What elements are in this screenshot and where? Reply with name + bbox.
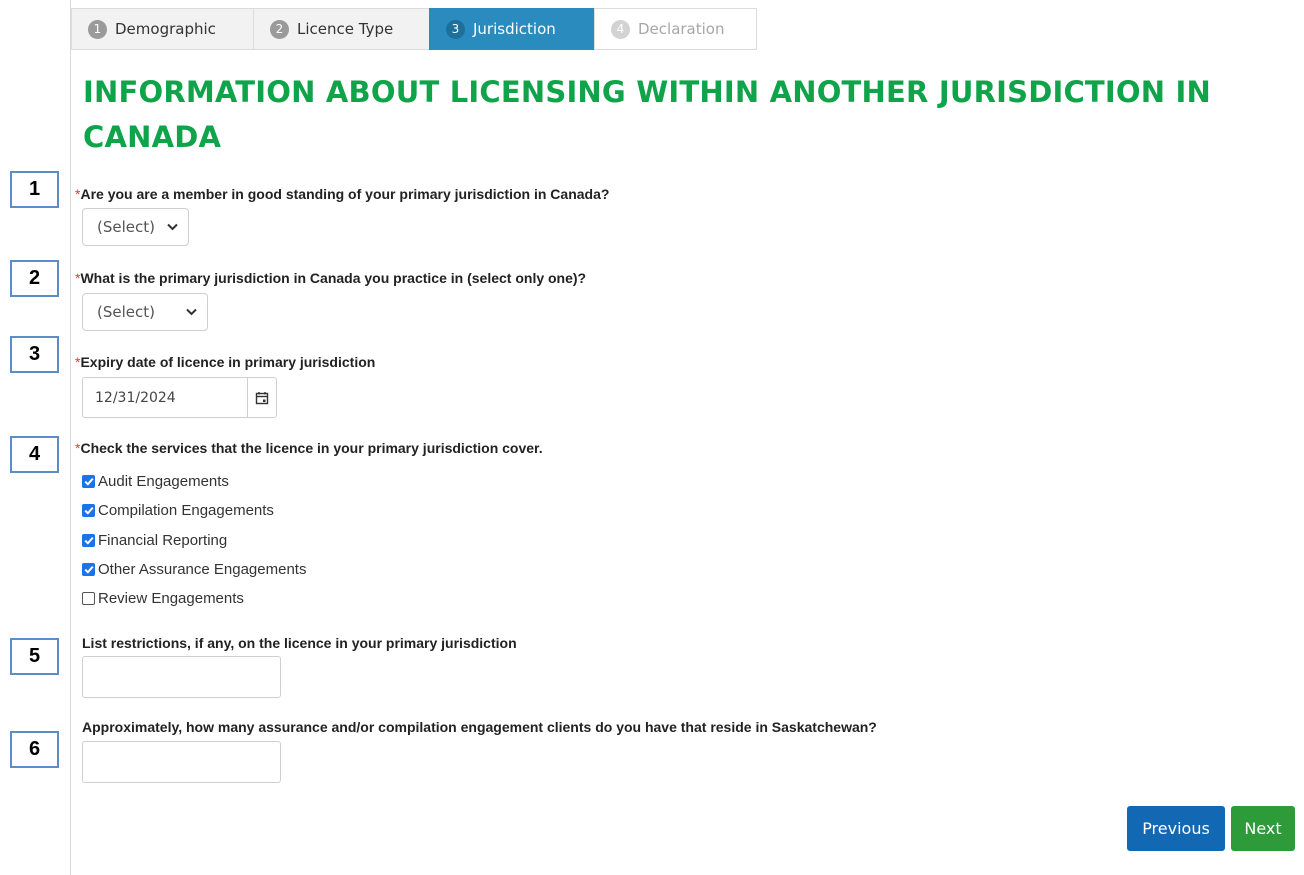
checkbox-label: Financial Reporting	[98, 532, 228, 549]
primary-jurisdiction-select[interactable]: (Select)	[82, 293, 208, 331]
tab-demographic[interactable]: 1 Demographic	[71, 8, 253, 50]
checkbox-financial-reporting[interactable]: Financial Reporting	[82, 532, 227, 549]
good-standing-select[interactable]: (Select)	[82, 208, 189, 246]
next-button[interactable]: Next	[1231, 806, 1295, 851]
annotation-number-3: 3	[10, 336, 59, 373]
tab-label: Licence Type	[297, 20, 394, 38]
question-text: Check the services that the licence in y…	[80, 440, 543, 456]
tab-jurisdiction[interactable]: 3 Jurisdiction	[429, 8, 594, 50]
question-3-label: *Expiry date of licence in primary juris…	[75, 354, 375, 370]
select-value: (Select)	[97, 218, 155, 236]
checkbox-label: Other Assurance Engagements	[98, 561, 307, 578]
expiry-date-field[interactable]: 12/31/2024	[82, 377, 277, 418]
question-text: Are you are a member in good standing of…	[80, 186, 610, 202]
annotation-number-5: 5	[10, 638, 59, 675]
annotation-number-2: 2	[10, 260, 59, 297]
annotation-number-6: 6	[10, 731, 59, 768]
tab-declaration: 4 Declaration	[594, 8, 757, 50]
saskatchewan-clients-input[interactable]	[82, 741, 281, 783]
calendar-icon[interactable]	[247, 378, 276, 417]
question-5-label: List restrictions, if any, on the licenc…	[82, 635, 517, 651]
tab-licence-type[interactable]: 2 Licence Type	[253, 8, 429, 50]
previous-button[interactable]: Previous	[1127, 806, 1225, 851]
annotation-number-1: 1	[10, 171, 59, 208]
page-title: INFORMATION ABOUT LICENSING WITHIN ANOTH…	[83, 75, 1211, 154]
question-1-label: *Are you are a member in good standing o…	[75, 186, 609, 202]
step-number-badge: 1	[88, 19, 107, 39]
checkbox-compilation-engagements[interactable]: Compilation Engagements	[82, 502, 274, 519]
question-2-label: *What is the primary jurisdiction in Can…	[75, 270, 586, 286]
annotation-number-4: 4	[10, 436, 59, 473]
question-6-label: Approximately, how many assurance and/or…	[82, 719, 877, 735]
chevron-down-icon	[167, 220, 178, 234]
question-4-label: *Check the services that the licence in …	[75, 440, 543, 456]
tab-label: Declaration	[638, 20, 725, 38]
checkbox-review-engagements[interactable]: Review Engagements	[82, 590, 244, 607]
tab-label: Jurisdiction	[473, 20, 556, 38]
step-number-badge: 4	[611, 19, 630, 39]
restrictions-input[interactable]	[82, 656, 281, 698]
checkbox-checked-icon[interactable]	[82, 504, 95, 517]
checkbox-other-assurance-engagements[interactable]: Other Assurance Engagements	[82, 561, 306, 578]
checkbox-label: Review Engagements	[98, 590, 244, 607]
checkbox-checked-icon[interactable]	[82, 475, 95, 488]
chevron-down-icon	[186, 305, 197, 319]
tab-label: Demographic	[115, 20, 216, 38]
step-number-badge: 2	[270, 19, 289, 39]
checkbox-unchecked-icon[interactable]	[82, 592, 95, 605]
step-number-badge: 3	[446, 19, 465, 39]
content-left-border	[70, 0, 71, 875]
select-value: (Select)	[97, 303, 155, 321]
checkbox-label: Audit Engagements	[98, 473, 229, 490]
checkbox-audit-engagements[interactable]: Audit Engagements	[82, 473, 229, 490]
question-text: What is the primary jurisdiction in Cana…	[80, 270, 587, 286]
checkbox-checked-icon[interactable]	[82, 534, 95, 547]
checkbox-label: Compilation Engagements	[98, 502, 274, 519]
date-value: 12/31/2024	[95, 389, 176, 406]
question-text: Expiry date of licence in primary jurisd…	[80, 354, 376, 370]
checkbox-checked-icon[interactable]	[82, 563, 95, 576]
step-tabs: 1 Demographic 2 Licence Type 3 Jurisdict…	[71, 8, 757, 50]
